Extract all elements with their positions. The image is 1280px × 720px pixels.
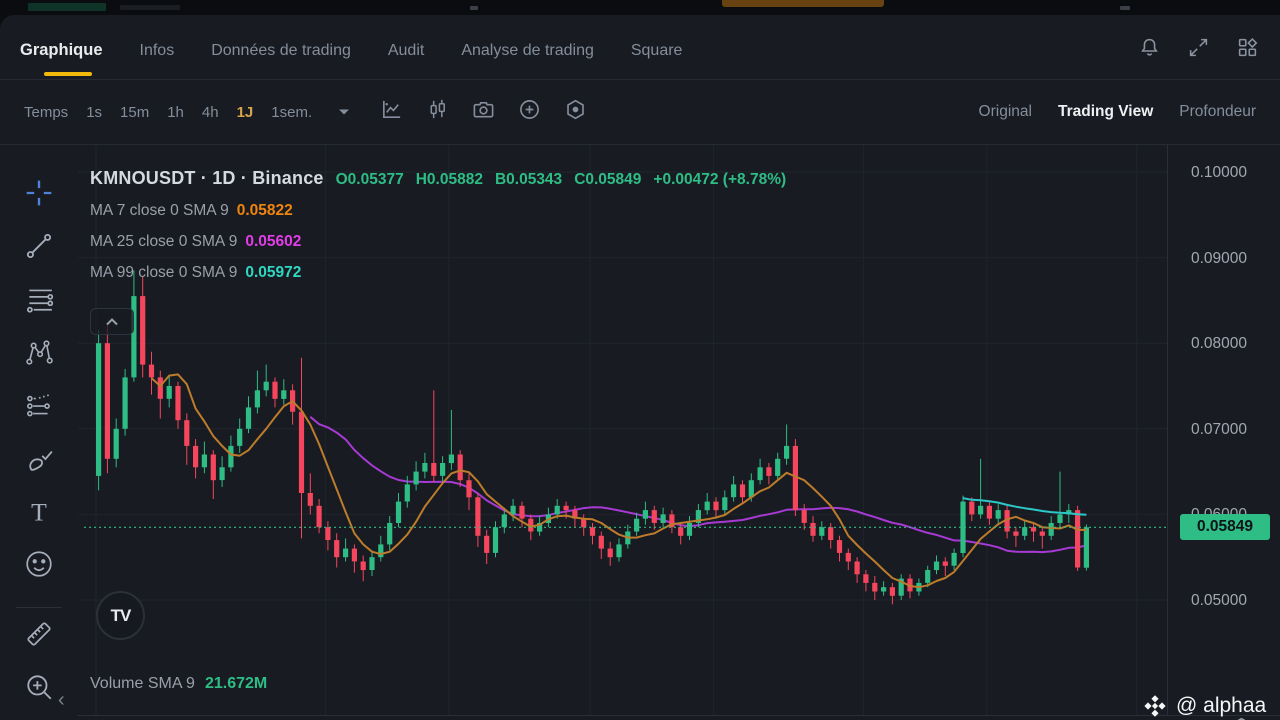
apps-grid-icon[interactable] bbox=[1237, 37, 1258, 58]
ma-line bbox=[309, 416, 1087, 554]
watermark-handle: @ alphaa bbox=[1176, 694, 1267, 717]
chart-settings-icon[interactable] bbox=[564, 98, 587, 126]
last-price-label: 0.05849 bbox=[1180, 514, 1270, 541]
ma25-legend-row[interactable]: MA 25 close 0 SMA 9 0.05602 bbox=[90, 233, 786, 251]
interval-1sem[interactable]: 1sem. bbox=[271, 104, 312, 121]
ohlc-open: O0.05377 bbox=[335, 171, 404, 188]
ticker-fragment bbox=[722, 0, 884, 7]
trading-page: Graphique Infos Données de trading Audit… bbox=[0, 0, 1280, 720]
ohlc-change: +0.00472 (+8.78%) bbox=[653, 171, 787, 188]
tab-square[interactable]: Square bbox=[631, 42, 683, 60]
cropped-ticker-strip bbox=[0, 0, 1280, 15]
ma25-value: 0.05602 bbox=[245, 233, 302, 250]
interval-1s[interactable]: 1s bbox=[86, 104, 102, 121]
zoom-in-tool-icon[interactable] bbox=[18, 666, 60, 708]
interval-4h[interactable]: 4h bbox=[202, 104, 219, 121]
view-profondeur[interactable]: Profondeur bbox=[1179, 103, 1256, 121]
ma25-label: MA 25 close 0 SMA 9 bbox=[90, 233, 238, 250]
volume-label: Volume SMA 9 bbox=[90, 675, 195, 692]
price-tick-label: 0.05000 bbox=[1191, 592, 1248, 609]
time-label: Temps bbox=[24, 103, 69, 121]
add-indicator-icon[interactable] bbox=[518, 98, 541, 126]
tab-audit[interactable]: Audit bbox=[388, 42, 424, 60]
interval-1j[interactable]: 1J bbox=[237, 104, 254, 121]
ma99-value: 0.05972 bbox=[245, 264, 302, 281]
chart-toolbar: Temps 1s 15m 1h 4h 1J 1sem. Original Tra… bbox=[0, 80, 1280, 145]
active-tab-underline bbox=[44, 72, 92, 76]
tab-infos[interactable]: Infos bbox=[140, 42, 175, 60]
tab-donnees-de-trading[interactable]: Données de trading bbox=[211, 42, 351, 60]
interval-1h[interactable]: 1h bbox=[167, 104, 184, 121]
ticker-fragment bbox=[28, 3, 106, 11]
price-tick-label: 0.09000 bbox=[1191, 249, 1248, 267]
fib-retracement-tool-icon[interactable] bbox=[18, 278, 60, 320]
interval-selector: Temps 1s 15m 1h 4h 1J 1sem. bbox=[0, 103, 350, 121]
ticker-fragment bbox=[470, 6, 478, 10]
ma99-label: MA 99 close 0 SMA 9 bbox=[90, 264, 238, 281]
candle-style-icon[interactable] bbox=[426, 98, 449, 126]
price-tick-label: 0.08000 bbox=[1191, 335, 1248, 353]
rail-divider bbox=[16, 607, 62, 608]
price-tick-label: 0.07000 bbox=[1191, 420, 1248, 438]
ruler-tool-icon[interactable] bbox=[18, 613, 60, 655]
tab-graphique[interactable]: Graphique bbox=[20, 41, 103, 60]
candles-layer bbox=[96, 270, 1089, 605]
chart-legend: KMNOUSDT · 1D · Binance O0.05377 H0.0588… bbox=[90, 168, 786, 282]
text-tool-icon[interactable]: T bbox=[18, 490, 60, 532]
interval-chart-icon[interactable] bbox=[380, 98, 403, 126]
fullscreen-icon[interactable] bbox=[1188, 37, 1209, 58]
tab-bar: Graphique Infos Données de trading Audit… bbox=[0, 22, 1280, 80]
ticker-fragment bbox=[1120, 6, 1130, 10]
crosshair-tool-icon[interactable] bbox=[18, 172, 60, 214]
settings-gear-icon[interactable] bbox=[1230, 716, 1253, 720]
toolbar-icons bbox=[380, 98, 587, 126]
rail-collapse-chevron-icon[interactable]: ‹ bbox=[58, 689, 65, 712]
tradingview-logo[interactable]: TV bbox=[96, 591, 145, 640]
camera-icon[interactable] bbox=[472, 98, 495, 126]
ma7-legend-row[interactable]: MA 7 close 0 SMA 9 0.05822 bbox=[90, 202, 786, 220]
emoji-tool-icon[interactable] bbox=[18, 543, 60, 585]
xabcd-pattern-tool-icon[interactable] bbox=[18, 331, 60, 373]
ma99-legend-row[interactable]: MA 99 close 0 SMA 9 0.05972 bbox=[90, 264, 786, 282]
binance-logo-icon bbox=[1144, 695, 1166, 717]
ma7-value: 0.05822 bbox=[236, 202, 293, 219]
header-icons bbox=[1139, 37, 1258, 58]
interval-dropdown-caret-icon[interactable] bbox=[338, 103, 350, 121]
drawing-tool-rail: T bbox=[0, 145, 78, 720]
tradingview-logo-glyph: TV bbox=[110, 605, 132, 625]
forecast-tool-icon[interactable] bbox=[18, 384, 60, 426]
ohlc-low: B0.05343 bbox=[494, 171, 563, 188]
interval-15m[interactable]: 15m bbox=[120, 104, 149, 121]
chart-panel: Graphique Infos Données de trading Audit… bbox=[0, 15, 1280, 720]
trend-line-tool-icon[interactable] bbox=[18, 225, 60, 267]
brush-tool-icon[interactable] bbox=[18, 437, 60, 479]
bell-icon[interactable] bbox=[1139, 37, 1160, 58]
ma7-label: MA 7 close 0 SMA 9 bbox=[90, 202, 229, 219]
view-trading-view[interactable]: Trading View bbox=[1058, 103, 1153, 121]
symbol-title[interactable]: KMNOUSDT · 1D · Binance bbox=[90, 168, 324, 189]
price-tick-label: 0.10000 bbox=[1191, 164, 1248, 181]
tab-analyse-de-trading[interactable]: Analyse de trading bbox=[461, 42, 594, 60]
ticker-fragment bbox=[120, 5, 180, 10]
time-axis[interactable]: 6Juin15Juill15Août15Sept bbox=[78, 715, 1280, 720]
view-original[interactable]: Original bbox=[979, 103, 1032, 121]
volume-value: 21.672M bbox=[204, 675, 268, 692]
volume-legend[interactable]: Volume SMA 9 21.672M bbox=[90, 675, 267, 693]
view-mode-switch: Original Trading View Profondeur bbox=[979, 103, 1256, 121]
legend-collapse-button[interactable] bbox=[90, 308, 134, 335]
svg-text:T: T bbox=[31, 498, 47, 526]
price-axis[interactable]: 0.100000.090000.080000.070000.060000.050… bbox=[1167, 145, 1280, 715]
ohlc-close: C0.05849 bbox=[574, 171, 642, 188]
ohlc-high: H0.05882 bbox=[415, 171, 483, 188]
